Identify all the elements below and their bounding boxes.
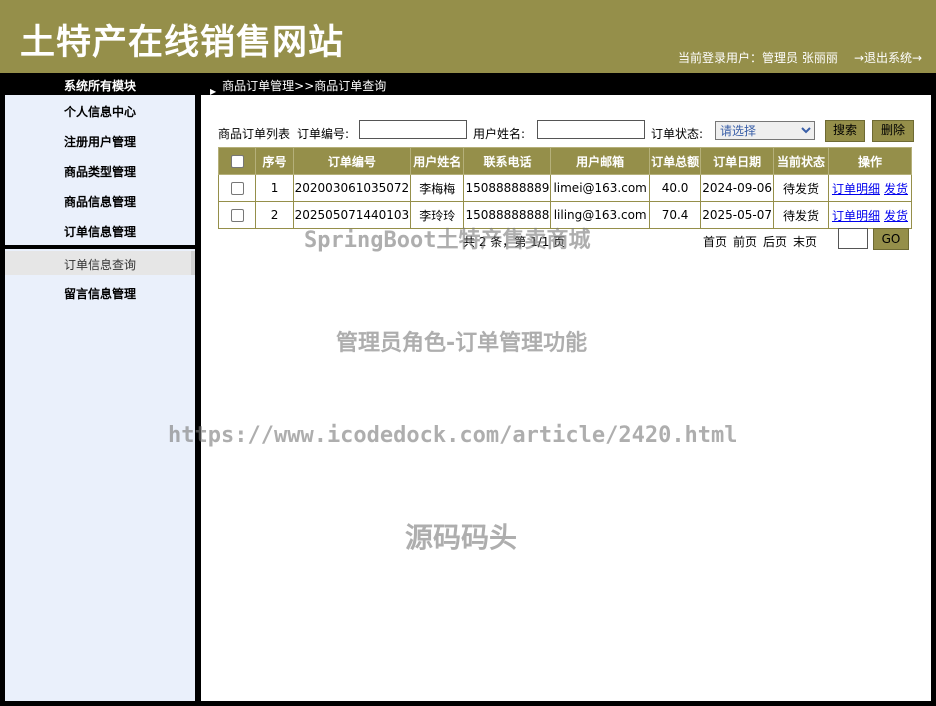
cell-actions: 订单明细 发货 — [827, 174, 913, 202]
sidebar-subitem-label: 订单信息查询 — [64, 258, 137, 272]
sidebar-item-user-management[interactable]: 注册用户管理 — [5, 133, 195, 150]
cell-email: limei@163.com — [550, 174, 650, 202]
row-checkbox[interactable] — [230, 182, 244, 195]
order-no-label: 订单编号: — [297, 127, 350, 141]
sidebar-divider — [5, 245, 195, 249]
sidebar-subitem-order-query[interactable]: 订单信息查询 — [5, 251, 195, 275]
login-info: 当前登录用户：管理员 张丽丽 — [678, 51, 838, 65]
orders-table: 序号 订单编号 用户姓名 联系电话 用户邮箱 订单总额 订单日期 当前状态 操作… — [217, 147, 913, 229]
cell-phone: 15088888889 — [463, 174, 552, 202]
user-name-input[interactable] — [537, 120, 645, 139]
col-header-actions: 操作 — [827, 147, 913, 175]
order-detail-link[interactable]: 订单明细 — [832, 209, 880, 223]
cell-status: 待发货 — [773, 201, 829, 229]
cell-user: 李梅梅 — [410, 174, 465, 202]
user-name-label: 用户姓名: — [473, 127, 526, 141]
pager-info: 共 2 条，第 1/1 页 — [463, 235, 566, 249]
col-header-status: 当前状态 — [773, 147, 829, 175]
cell-actions: 订单明细 发货 — [827, 201, 913, 229]
list-label: 商品订单列表 — [218, 127, 291, 141]
search-bar: 商品订单列表 订单编号: 用户姓名: 订单状态: 请选择 搜索 删除 — [218, 119, 918, 143]
cell-total: 70.4 — [648, 201, 702, 229]
ship-link[interactable]: 发货 — [884, 182, 908, 196]
cell-date: 2024-09-06 — [700, 174, 775, 202]
cell-user: 李玲玲 — [410, 201, 465, 229]
col-header-date: 订单日期 — [700, 147, 775, 175]
col-header-order-no: 订单编号 — [292, 147, 412, 175]
row-checkbox[interactable] — [230, 209, 244, 222]
pager-prev[interactable]: 前页 — [733, 235, 757, 249]
delete-button[interactable]: 删除 — [872, 120, 914, 142]
cell-total: 40.0 — [648, 174, 702, 202]
cell-email: liling@163.com — [550, 201, 650, 229]
col-header-user: 用户姓名 — [410, 147, 465, 175]
select-all-checkbox[interactable] — [230, 155, 244, 168]
table-row: 1 202003061035072 李梅梅 15088888889 limei@… — [217, 174, 913, 202]
col-header-email: 用户邮箱 — [550, 147, 650, 175]
cell-index: 1 — [255, 174, 294, 202]
cell-phone: 15088888888 — [463, 201, 552, 229]
row-select-cell — [217, 201, 257, 229]
table-header-row: 序号 订单编号 用户姓名 联系电话 用户邮箱 订单总额 订单日期 当前状态 操作 — [217, 147, 913, 175]
select-all-header — [217, 147, 257, 175]
cell-order-no: 202003061035072 — [292, 174, 412, 202]
sidebar-item-order-management[interactable]: 订单信息管理 — [5, 223, 195, 240]
page-number-input[interactable] — [838, 228, 868, 249]
cell-order-no: 202505071440103 — [292, 201, 412, 229]
col-header-total: 订单总额 — [648, 147, 702, 175]
cell-date: 2025-05-07 — [700, 201, 775, 229]
logout-link[interactable]: →退出系统→ — [854, 49, 922, 66]
row-select-cell — [217, 174, 257, 202]
breadcrumb: ▶ 商品订单管理>>商品订单查询 — [210, 77, 387, 96]
order-detail-link[interactable]: 订单明细 — [832, 182, 880, 196]
cell-index: 2 — [255, 201, 294, 229]
sidebar-item-product-management[interactable]: 商品信息管理 — [5, 193, 195, 210]
pager-last[interactable]: 末页 — [793, 235, 817, 249]
sidebar-item-personal-center[interactable]: 个人信息中心 — [5, 103, 195, 120]
pager-first[interactable]: 首页 — [703, 235, 727, 249]
go-button[interactable]: GO — [873, 228, 909, 250]
pager-links: 首页 前页 后页 末页 — [703, 233, 823, 250]
breadcrumb-text: 商品订单管理>>商品订单查询 — [222, 79, 387, 93]
col-header-phone: 联系电话 — [463, 147, 552, 175]
search-button[interactable]: 搜索 — [825, 120, 865, 142]
ship-link[interactable]: 发货 — [884, 209, 908, 223]
col-header-index: 序号 — [255, 147, 294, 175]
status-label: 订单状态: — [651, 127, 704, 141]
status-select[interactable]: 请选择 — [715, 121, 815, 140]
site-header: 土特产在线销售网站 当前登录用户：管理员 张丽丽 →退出系统→ — [0, 0, 936, 73]
module-title: 系统所有模块 — [63, 79, 136, 93]
pager-next[interactable]: 后页 — [763, 235, 787, 249]
sidebar-item-message-management[interactable]: 留言信息管理 — [5, 285, 195, 302]
order-no-input[interactable] — [359, 120, 467, 139]
cell-status: 待发货 — [773, 174, 829, 202]
table-row: 2 202505071440103 李玲玲 15088888888 liling… — [217, 201, 913, 229]
sidebar-item-category-management[interactable]: 商品类型管理 — [5, 163, 195, 180]
main-content: 商品订单列表 订单编号: 用户姓名: 订单状态: 请选择 搜索 删除 序号 订单… — [201, 95, 931, 701]
sidebar: 个人信息中心 注册用户管理 商品类型管理 商品信息管理 订单信息管理 订单信息查… — [5, 95, 195, 701]
site-title: 土特产在线销售网站 — [20, 23, 345, 63]
